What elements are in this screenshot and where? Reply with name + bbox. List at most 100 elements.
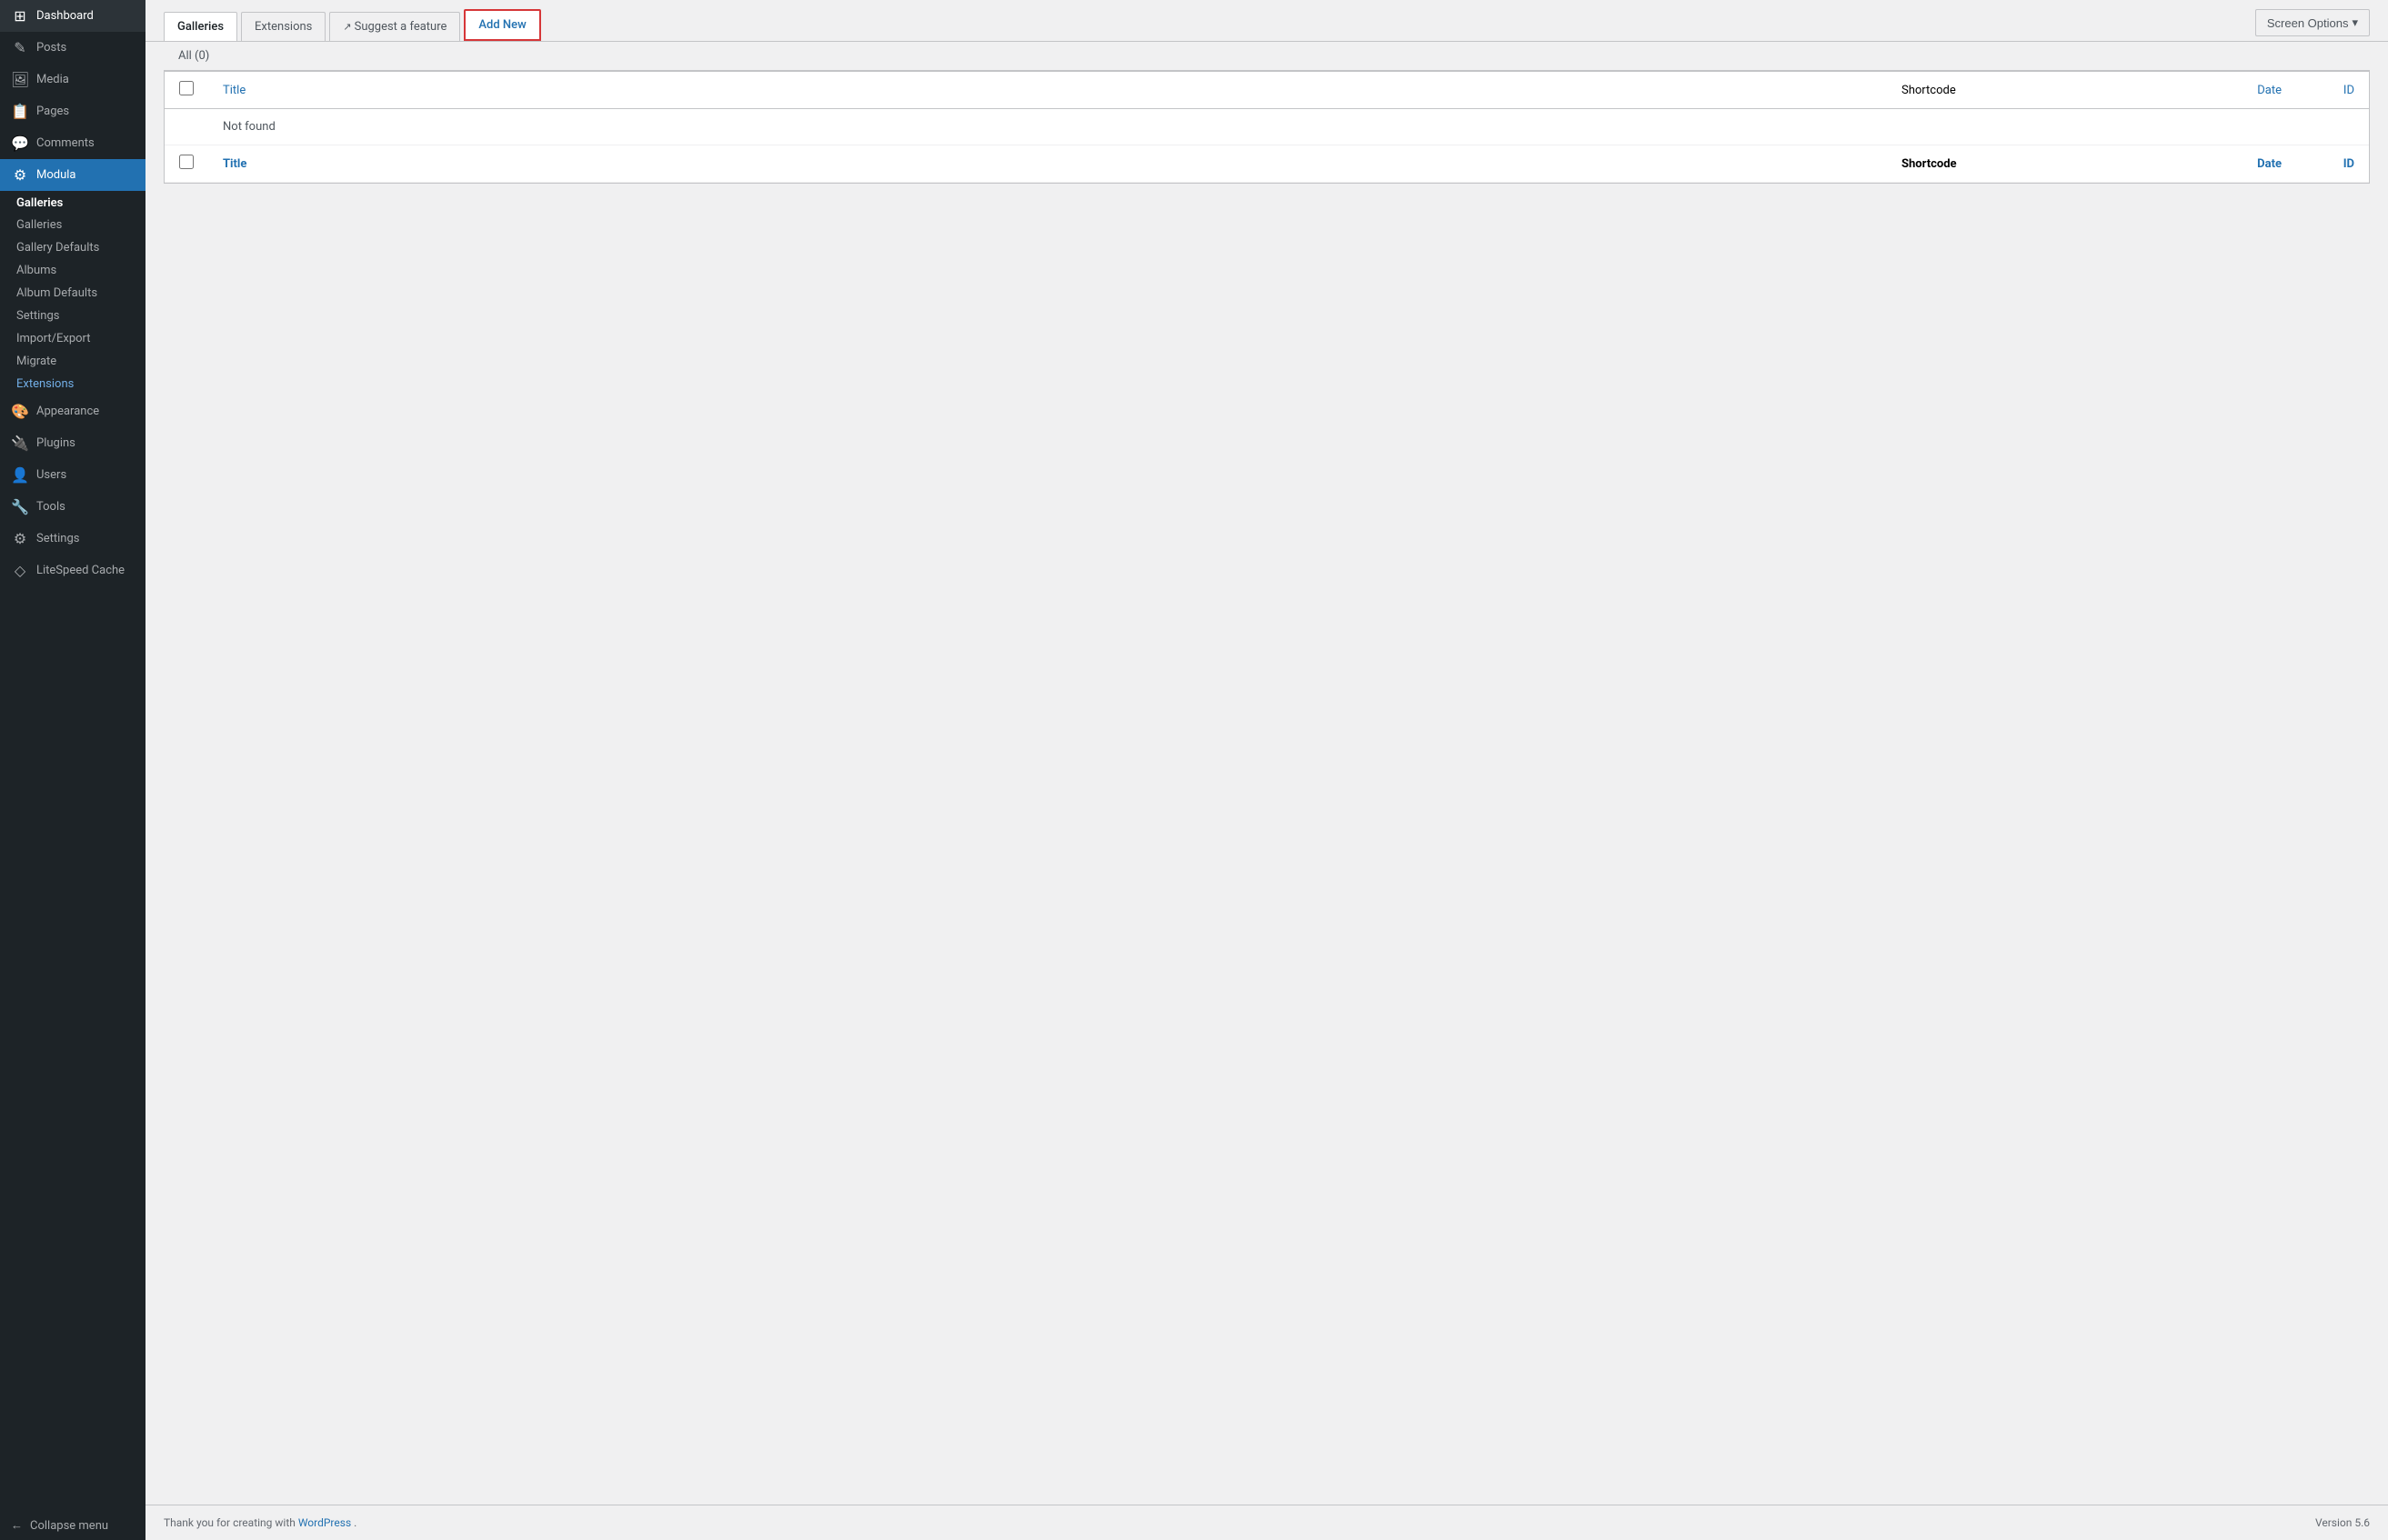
header-id-cell: ID <box>2296 72 2369 109</box>
sidebar: ⊞ Dashboard ✎ Posts 🖼 Media 📋 Pages 💬 Co… <box>0 0 145 1540</box>
table-row-not-found: Not found <box>165 109 2369 145</box>
litespeed-icon: ◇ <box>11 562 29 579</box>
sidebar-item-settings[interactable]: ⚙ Settings <box>0 523 145 555</box>
sidebar-item-pages[interactable]: 📋 Pages <box>0 95 145 127</box>
submenu-gallery-defaults[interactable]: Gallery Defaults <box>0 236 145 259</box>
footer-shortcode-label: Shortcode <box>1901 157 1957 171</box>
sidebar-item-label: LiteSpeed Cache <box>36 564 125 577</box>
sidebar-item-dashboard[interactable]: ⊞ Dashboard <box>0 0 145 32</box>
sidebar-item-label: Appearance <box>36 405 99 418</box>
sidebar-item-litespeed[interactable]: ◇ LiteSpeed Cache <box>0 555 145 586</box>
header-shortcode-label: Shortcode <box>1901 84 1956 97</box>
sidebar-item-plugins[interactable]: 🔌 Plugins <box>0 427 145 459</box>
dashboard-icon: ⊞ <box>11 7 29 25</box>
footer-checkbox-cell <box>165 145 208 183</box>
posts-icon: ✎ <box>11 39 29 56</box>
pages-icon: 📋 <box>11 103 29 120</box>
submenu-migrate[interactable]: Migrate <box>0 350 145 373</box>
submenu-album-defaults[interactable]: Album Defaults <box>0 282 145 305</box>
footer-date-link[interactable]: Date <box>2257 157 2282 171</box>
table-footer-row: Title Shortcode Date ID <box>165 145 2369 183</box>
tab-extensions-label: Extensions <box>255 20 312 34</box>
tab-galleries-label: Galleries <box>177 20 224 34</box>
header-id-link[interactable]: ID <box>2343 84 2354 97</box>
appearance-icon: 🎨 <box>11 403 29 420</box>
submenu-galleries[interactable]: Galleries <box>0 214 145 236</box>
select-all-checkbox[interactable] <box>179 81 194 95</box>
header-shortcode-cell: Shortcode <box>1887 72 2160 109</box>
sidebar-item-comments[interactable]: 💬 Comments <box>0 127 145 159</box>
tab-add-new-label: Add New <box>478 18 526 32</box>
footer-date-cell: Date <box>2160 145 2296 183</box>
sidebar-item-modula[interactable]: ⚙ Modula <box>0 159 145 191</box>
tab-suggest[interactable]: ↗ Suggest a feature <box>329 12 460 41</box>
footer-thank-you-text: Thank you for creating with <box>164 1516 298 1529</box>
footer-id-link[interactable]: ID <box>2343 157 2354 171</box>
select-all-checkbox-footer[interactable] <box>179 155 194 169</box>
header-title-cell: Title <box>208 72 1887 109</box>
filter-bar: All (0) <box>164 42 2370 71</box>
tab-add-new[interactable]: Add New <box>464 9 540 41</box>
sidebar-item-label: Media <box>36 73 69 86</box>
plugins-icon: 🔌 <box>11 435 29 452</box>
submenu-albums[interactable]: Albums <box>0 259 145 282</box>
tabs: Galleries Extensions ↗Suggest a feature … <box>164 9 545 41</box>
galleries-table: Title Shortcode Date ID <box>165 72 2369 183</box>
table-header-row: Title Shortcode Date ID <box>165 72 2369 109</box>
submenu-section-title: Galleries <box>0 191 145 214</box>
sidebar-item-label: Dashboard <box>36 9 94 23</box>
sidebar-item-label: Tools <box>36 500 65 514</box>
screen-options-button[interactable]: Screen Options ▾ <box>2255 9 2370 36</box>
submenu-settings[interactable]: Settings <box>0 305 145 327</box>
footer-wordpress-link[interactable]: WordPress <box>298 1516 351 1529</box>
footer-shortcode-cell: Shortcode <box>1887 145 2160 183</box>
filter-count: (0) <box>195 49 209 63</box>
external-link-icon: ↗ <box>343 21 351 33</box>
tab-extensions[interactable]: Extensions <box>241 12 326 41</box>
collapse-label: Collapse menu <box>30 1519 108 1533</box>
sidebar-item-label: Comments <box>36 136 95 150</box>
comments-icon: 💬 <box>11 135 29 152</box>
sidebar-item-label: Settings <box>36 532 79 545</box>
settings-icon: ⚙ <box>11 530 29 547</box>
sidebar-item-tools[interactable]: 🔧 Tools <box>0 491 145 523</box>
sidebar-item-label: Pages <box>36 105 69 118</box>
sidebar-item-label: Plugins <box>36 436 75 450</box>
sidebar-item-appearance[interactable]: 🎨 Appearance <box>0 395 145 427</box>
sidebar-item-media[interactable]: 🖼 Media <box>0 64 145 95</box>
tab-suggest-label: Suggest a feature <box>355 20 447 34</box>
galleries-table-container: Title Shortcode Date ID <box>164 71 2370 184</box>
sidebar-item-users[interactable]: 👤 Users <box>0 459 145 491</box>
header-title-link[interactable]: Title <box>223 84 246 97</box>
tools-icon: 🔧 <box>11 498 29 515</box>
submenu-extensions[interactable]: Extensions <box>0 373 145 395</box>
sidebar-item-label: Modula <box>36 168 76 182</box>
footer-left: Thank you for creating with WordPress . <box>164 1516 356 1529</box>
filter-all-label[interactable]: All <box>178 49 192 63</box>
header-date-link[interactable]: Date <box>2257 84 2282 97</box>
content-area: All (0) Title Shortcode <box>145 42 2388 1505</box>
tab-galleries[interactable]: Galleries <box>164 12 237 41</box>
footer-id-cell: ID <box>2296 145 2369 183</box>
topbar: Galleries Extensions ↗Suggest a feature … <box>145 0 2388 41</box>
main-content: Galleries Extensions ↗Suggest a feature … <box>145 0 2388 1540</box>
modula-submenu: Galleries Galleries Gallery Defaults Alb… <box>0 191 145 395</box>
header-date-cell: Date <box>2160 72 2296 109</box>
collapse-menu-button[interactable]: ← Collapse menu <box>0 1511 145 1540</box>
header-checkbox-cell <box>165 72 208 109</box>
footer-title-cell: Title <box>208 145 1887 183</box>
footer-period: . <box>354 1516 356 1529</box>
media-icon: 🖼 <box>11 71 29 88</box>
footer-title-link[interactable]: Title <box>223 157 246 171</box>
sidebar-item-label: Users <box>36 468 66 482</box>
sidebar-item-label: Posts <box>36 41 66 55</box>
screen-options-label: Screen Options <box>2267 16 2349 30</box>
not-found-cell: Not found <box>208 109 2369 145</box>
submenu-import-export[interactable]: Import/Export <box>0 327 145 350</box>
collapse-icon: ← <box>11 1518 23 1533</box>
modula-icon: ⚙ <box>11 166 29 184</box>
users-icon: 👤 <box>11 466 29 484</box>
footer-version: Version 5.6 <box>2315 1516 2370 1529</box>
page-footer: Thank you for creating with WordPress . … <box>145 1505 2388 1540</box>
sidebar-item-posts[interactable]: ✎ Posts <box>0 32 145 64</box>
